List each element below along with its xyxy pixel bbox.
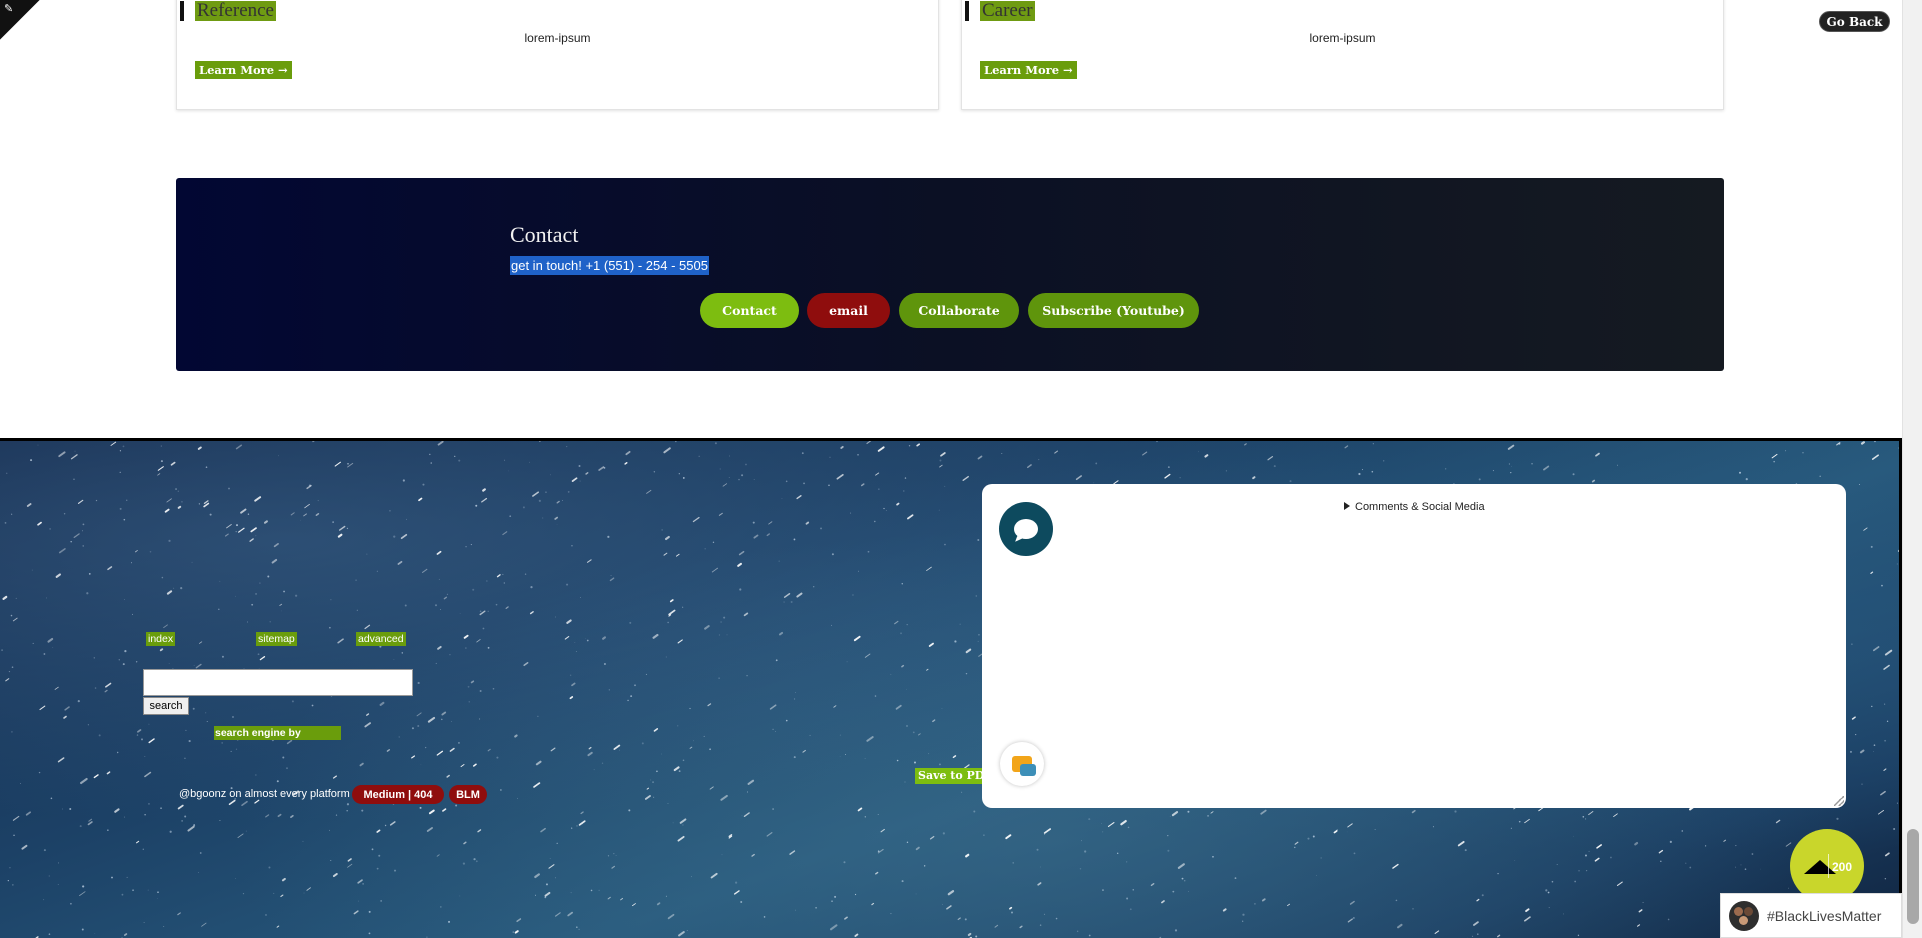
disclosure-triangle-icon	[1344, 502, 1350, 510]
learn-more-button[interactable]: Learn More →	[980, 61, 1077, 79]
learn-more-button[interactable]: Learn More →	[195, 61, 292, 79]
contact-title: Contact	[510, 222, 579, 247]
go-back-button[interactable]: Go Back	[1819, 11, 1890, 32]
card-title: Reference	[195, 0, 276, 21]
nav-link-sitemap[interactable]: sitemap	[256, 632, 297, 646]
contact-subtitle: get in touch! +1 (551) - 254 - 5505	[510, 256, 709, 275]
search-engine-label[interactable]: search engine by	[214, 726, 341, 740]
divider	[1828, 854, 1829, 878]
contact-section: Contact get in touch! +1 (551) - 254 - 5…	[176, 178, 1724, 371]
card-reference: Reference lorem-ipsum Learn More →	[176, 0, 939, 110]
comments-summary[interactable]: Comments & Social Media	[1344, 501, 1485, 513]
resize-grip[interactable]	[1834, 796, 1844, 806]
card-body: lorem-ipsum	[1309, 31, 1376, 45]
nav-link-advanced[interactable]: advanced	[356, 632, 406, 646]
blm-pill[interactable]: BLM	[449, 785, 487, 804]
blm-badge-label: #BlackLivesMatter	[1767, 907, 1882, 924]
card-body: lorem-ipsum	[524, 31, 591, 45]
back-to-top-button[interactable]: 200	[1790, 829, 1864, 903]
comments-summary-label: Comments & Social Media	[1355, 501, 1485, 513]
blm-logo-icon	[1729, 900, 1759, 931]
email-button[interactable]: email	[807, 293, 890, 328]
chat-bubble-icon[interactable]	[999, 502, 1053, 556]
card-accent-bar	[180, 1, 184, 21]
subscribe-youtube-button[interactable]: Subscribe (Youtube)	[1028, 293, 1199, 328]
blm-badge[interactable]: #BlackLivesMatter	[1720, 893, 1902, 938]
top-count: 200	[1832, 860, 1853, 874]
scrollbar[interactable]	[1902, 0, 1922, 938]
card-accent-bar	[965, 1, 969, 21]
card-title: Career	[980, 0, 1035, 21]
contact-button[interactable]: Contact	[700, 293, 799, 328]
comments-panel: Comments & Social Media	[982, 484, 1846, 808]
collaborate-button[interactable]: Collaborate	[899, 293, 1019, 328]
message-bubbles-icon[interactable]	[1000, 742, 1044, 786]
medium-404-pill[interactable]: Medium | 404	[352, 785, 444, 804]
card-career: Career lorem-ipsum Learn More →	[961, 0, 1724, 110]
search-button[interactable]: search	[143, 697, 189, 715]
corner-ribbon-icon[interactable]: ✎	[0, 0, 40, 40]
platform-text: @bgoonz on almost every platform	[179, 788, 350, 800]
nav-link-index[interactable]: index	[146, 632, 176, 646]
scrollbar-thumb[interactable]	[1907, 829, 1919, 924]
search-input[interactable]	[143, 669, 413, 696]
